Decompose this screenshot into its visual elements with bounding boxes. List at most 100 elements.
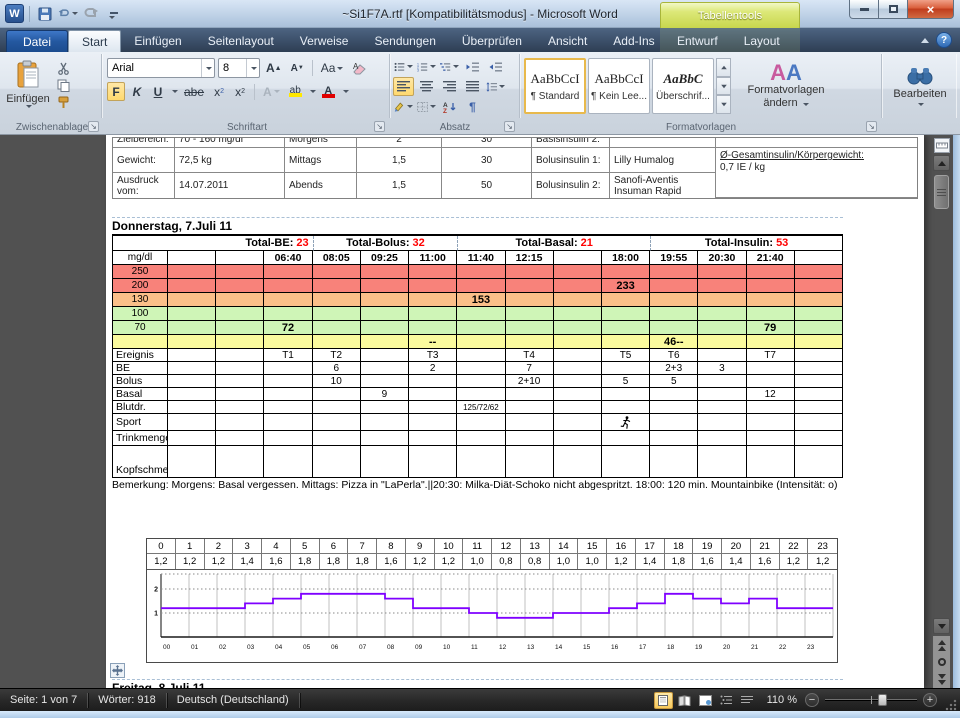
grid-cell[interactable]: T5 — [602, 349, 650, 362]
info-cell[interactable]: 1,5 — [357, 148, 442, 173]
grid-cell[interactable]: 5 — [602, 375, 650, 388]
grid-cell[interactable] — [216, 265, 264, 279]
undo-button[interactable] — [58, 5, 78, 23]
grid-cell[interactable] — [409, 375, 457, 388]
grid-cell[interactable] — [216, 375, 264, 388]
grid-cell[interactable] — [409, 401, 457, 414]
grid-cell[interactable] — [313, 293, 361, 307]
grid-cell[interactable] — [698, 307, 746, 321]
row-label[interactable]: 250 — [113, 265, 168, 279]
grid-cell[interactable] — [457, 446, 505, 478]
grid-cell[interactable] — [361, 349, 409, 362]
row-label[interactable]: 130 — [113, 293, 168, 307]
redo-button[interactable] — [81, 5, 101, 23]
grid-cell[interactable] — [795, 349, 843, 362]
grid-cell[interactable] — [650, 431, 698, 446]
tab-start[interactable]: Start — [68, 30, 121, 52]
grid-cell[interactable] — [554, 307, 602, 321]
grid-cell[interactable] — [795, 279, 843, 293]
grid-cell[interactable] — [795, 414, 843, 431]
grid-cell[interactable] — [650, 446, 698, 478]
grid-cell[interactable]: 79 — [747, 321, 795, 335]
info-cell[interactable]: Abends — [285, 173, 357, 198]
grid-cell[interactable]: 2+10 — [506, 375, 554, 388]
info-cell[interactable]: Mittags — [285, 148, 357, 173]
tab-ansicht[interactable]: Ansicht — [535, 30, 600, 52]
grid-cell[interactable] — [795, 335, 843, 349]
next-page-button[interactable] — [934, 672, 949, 686]
grid-cell[interactable] — [168, 431, 216, 446]
grid-cell[interactable] — [409, 388, 457, 401]
grid-cell[interactable] — [409, 446, 457, 478]
grid-cell[interactable] — [506, 293, 554, 307]
grid-cell[interactable]: 7 — [506, 362, 554, 375]
line-spacing-button[interactable] — [485, 77, 506, 96]
info-cell[interactable]: Ausdruck vom: — [113, 173, 175, 198]
styles-scroll-up[interactable] — [716, 58, 731, 77]
info-cell[interactable]: 30 — [442, 148, 532, 173]
font-color-button[interactable]: A — [319, 82, 338, 101]
grid-cell[interactable] — [554, 349, 602, 362]
info-cell[interactable]: Bolusinsulin 2: — [532, 173, 610, 198]
grid-cell[interactable] — [506, 321, 554, 335]
grid-cell[interactable] — [216, 446, 264, 478]
grid-cell[interactable] — [795, 388, 843, 401]
grid-cell[interactable] — [457, 388, 505, 401]
minimize-button[interactable] — [849, 0, 879, 19]
grid-cell[interactable] — [698, 321, 746, 335]
style-card-kein-leerraum[interactable]: AaBbCcI ¶ Kein Lee... — [588, 58, 650, 114]
grid-cell[interactable] — [747, 279, 795, 293]
grid-cell[interactable]: 10 — [313, 375, 361, 388]
print-layout-view-button[interactable] — [654, 692, 673, 709]
info-cell[interactable]: 2 — [357, 138, 442, 148]
grid-cell[interactable] — [457, 265, 505, 279]
grid-cell[interactable] — [168, 388, 216, 401]
grid-cell[interactable]: T4 — [506, 349, 554, 362]
grid-cell[interactable] — [554, 388, 602, 401]
grid-cell[interactable] — [409, 265, 457, 279]
grid-cell[interactable]: 46-- — [650, 335, 698, 349]
sort-button[interactable]: AZ — [439, 97, 460, 116]
time-cell[interactable]: 09:25 — [361, 251, 409, 265]
grid-cell[interactable] — [554, 265, 602, 279]
row-label[interactable]: BE — [113, 362, 168, 375]
multilevel-list-button[interactable] — [439, 57, 460, 76]
subscript-button[interactable]: x2 — [210, 82, 228, 101]
grid-cell[interactable] — [313, 401, 361, 414]
total-basal[interactable]: Total-Basal:21 — [457, 236, 650, 251]
grid-cell[interactable] — [554, 401, 602, 414]
grid-cell[interactable] — [264, 388, 312, 401]
time-cell[interactable] — [795, 251, 843, 265]
total-be[interactable]: Total-BE:23 — [113, 236, 313, 251]
grid-cell[interactable] — [554, 414, 602, 431]
row-label[interactable]: 200 — [113, 279, 168, 293]
grid-cell[interactable] — [795, 375, 843, 388]
copy-icon[interactable] — [57, 79, 70, 92]
cut-icon[interactable] — [57, 62, 70, 75]
underline-caret[interactable] — [172, 90, 178, 93]
time-cell[interactable]: 06:40 — [264, 251, 312, 265]
word-logo-icon[interactable]: W — [5, 4, 24, 23]
grid-cell[interactable] — [313, 307, 361, 321]
grid-cell[interactable] — [650, 414, 698, 431]
close-button[interactable]: × — [907, 0, 954, 19]
basal-rate-chart-block[interactable]: 012345678910111213141516171819202122231,… — [146, 538, 838, 663]
fullscreen-reading-view-button[interactable] — [675, 692, 694, 709]
grid-cell[interactable] — [602, 321, 650, 335]
grid-cell[interactable] — [168, 362, 216, 375]
grid-cell[interactable] — [264, 362, 312, 375]
help-button[interactable]: ? — [936, 32, 952, 48]
grid-cell[interactable] — [457, 375, 505, 388]
grid-cell[interactable] — [264, 446, 312, 478]
page-indicator[interactable]: Seite: 1 von 7 — [0, 693, 88, 708]
superscript-button[interactable]: x2 — [231, 82, 249, 101]
grid-cell[interactable]: -- — [409, 335, 457, 349]
grid-cell[interactable]: T1 — [264, 349, 312, 362]
grid-cell[interactable] — [264, 401, 312, 414]
grid-cell[interactable]: 2+3 — [650, 362, 698, 375]
info-cell[interactable]: 70 - 160 mg/dl — [175, 138, 285, 148]
grid-cell[interactable] — [602, 335, 650, 349]
web-layout-view-button[interactable] — [696, 692, 715, 709]
grid-cell[interactable] — [506, 401, 554, 414]
info-cell[interactable]: Morgens — [285, 138, 357, 148]
